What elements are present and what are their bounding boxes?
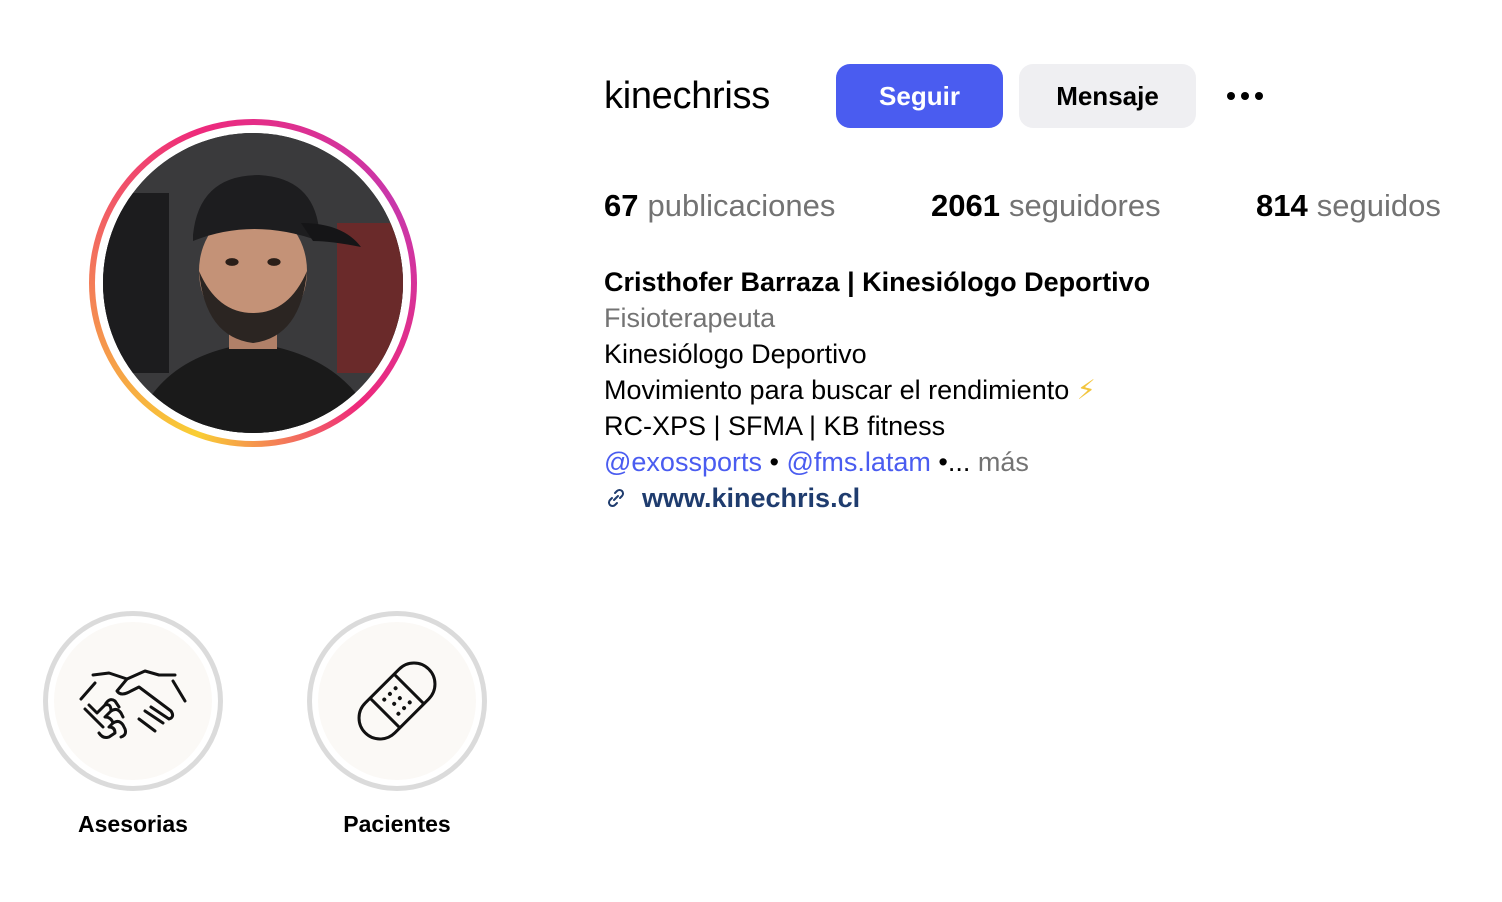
mention-link-exossports[interactable]: @exossports (604, 447, 762, 477)
ellipsis: •... (938, 447, 971, 477)
posts-label: publicaciones (647, 188, 836, 223)
mentions-line: @exossports • @fms.latam •... más (604, 444, 1150, 480)
bandage-icon (357, 661, 437, 741)
link-icon (607, 488, 625, 508)
bio-section: Cristhofer Barraza | Kinesiólogo Deporti… (604, 264, 1150, 516)
story-ring[interactable] (89, 119, 417, 447)
following-label: seguidos (1316, 188, 1441, 223)
lightning-icon: ⚡ (1076, 375, 1096, 405)
handshake-icon (79, 669, 187, 739)
bio-line: Movimiento para buscar el rendimiento ⚡ (604, 375, 1096, 405)
bio-line: Kinesiólogo Deportivo (604, 339, 867, 369)
highlight-label: Pacientes (343, 811, 451, 837)
follow-button[interactable]: Seguir (836, 64, 1003, 128)
posts-stat: 67 publicaciones (604, 186, 835, 226)
posts-count: 67 (604, 188, 639, 223)
avatar[interactable] (103, 133, 403, 433)
bio-line: RC-XPS | SFMA | KB fitness (604, 411, 946, 441)
more-link[interactable]: más (978, 447, 1029, 477)
website-link[interactable]: www.kinechris.cl (642, 480, 860, 516)
username: kinechriss (604, 75, 770, 117)
website-row[interactable]: www.kinechris.cl (604, 480, 1150, 516)
full-name: Cristhofer Barraza | Kinesiólogo Deporti… (604, 267, 1151, 297)
more-options-icon[interactable] (1220, 80, 1270, 112)
highlight-asesorias[interactable]: Asesorias (43, 611, 223, 838)
following-stat[interactable]: 814 seguidos (1256, 186, 1441, 226)
mention-link-fms-latam[interactable]: @fms.latam (786, 447, 930, 477)
profile-photo (103, 133, 403, 433)
following-count: 814 (1256, 188, 1308, 223)
followers-label: seguidores (1008, 188, 1161, 223)
separator: • (769, 447, 779, 477)
message-button[interactable]: Mensaje (1019, 64, 1196, 128)
profile-page: kinechriss Seguir Mensaje 67 publicacione… (0, 0, 1502, 902)
highlight-label: Asesorias (78, 811, 188, 837)
followers-stat[interactable]: 2061 seguidores (931, 186, 1161, 226)
highlight-pacientes[interactable]: Pacientes (307, 611, 487, 838)
followers-count: 2061 (931, 188, 1000, 223)
category-label: Fisioterapeuta (604, 303, 776, 333)
